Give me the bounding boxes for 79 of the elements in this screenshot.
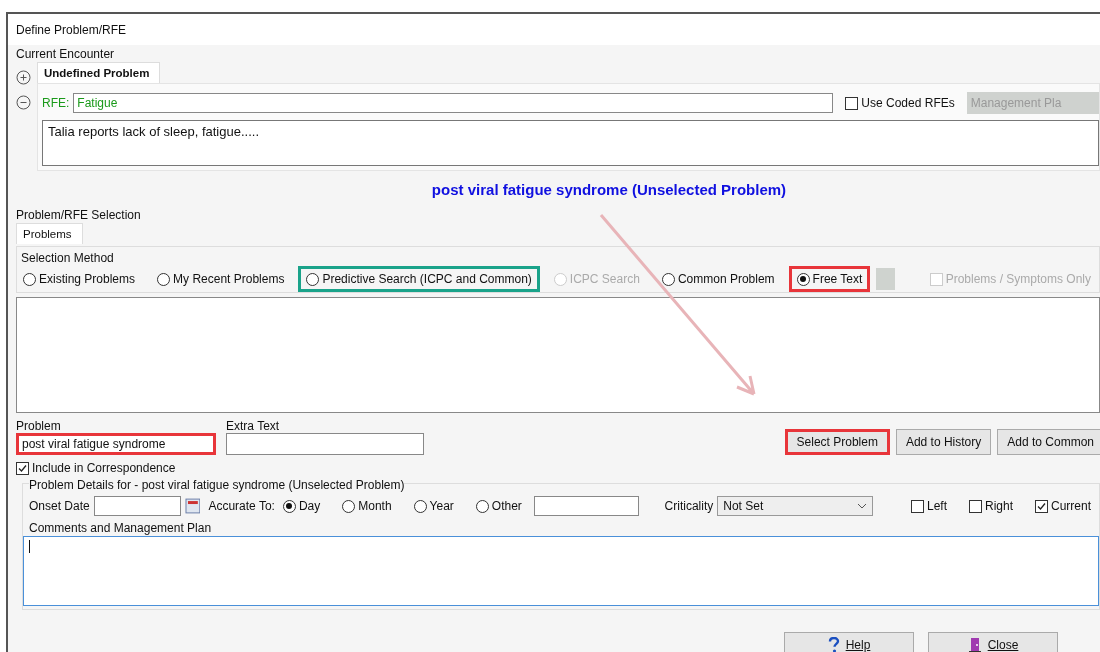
radio-button[interactable] xyxy=(475,499,489,513)
radio-button[interactable] xyxy=(306,272,320,286)
onset-date-field[interactable] xyxy=(93,496,181,516)
radio-option[interactable]: Other xyxy=(467,493,530,519)
radio-option[interactable]: Common Problem xyxy=(653,266,783,292)
radio-label: Day xyxy=(298,499,321,513)
checkbox[interactable] xyxy=(16,461,29,475)
field-label: Extra Text xyxy=(226,419,280,433)
radio-button[interactable] xyxy=(796,272,810,286)
radio-button[interactable] xyxy=(23,272,36,286)
add-icon[interactable] xyxy=(16,70,31,85)
door-icon xyxy=(967,637,982,652)
radio-label: ICPC Search xyxy=(569,272,640,286)
problem-heading: post viral fatigue syndrome (Unselected Problem) xyxy=(431,181,787,198)
checkbox-label: Left xyxy=(926,499,947,513)
radio-button[interactable] xyxy=(342,499,356,513)
radio-option[interactable]: Existing Problems xyxy=(15,266,144,292)
group-label: Selection Method xyxy=(21,251,114,265)
checkbox-option[interactable]: Left xyxy=(902,493,955,519)
checkbox[interactable] xyxy=(845,96,859,110)
checkbox-label: Use Coded RFEs xyxy=(861,96,955,110)
chevron-down-icon xyxy=(857,503,868,509)
checkbox[interactable] xyxy=(910,499,924,513)
checkbox[interactable] xyxy=(968,499,982,513)
radio-label: Other xyxy=(491,499,522,513)
rfe-label: RFE: xyxy=(42,96,70,110)
tab[interactable]: Undefined Problem xyxy=(37,62,161,83)
radio-label: My Recent Problems xyxy=(173,272,285,286)
field-label: Comments and Management Plan xyxy=(29,521,212,535)
close-button[interactable]: Close xyxy=(928,632,1058,652)
checkbox-label: Current xyxy=(1051,499,1091,513)
radio-option[interactable]: Year xyxy=(405,493,462,519)
action-button[interactable]: Select Problem xyxy=(784,429,890,455)
checkbox[interactable] xyxy=(1035,499,1048,513)
radio-option[interactable]: Day xyxy=(274,493,329,519)
problem-field[interactable]: post viral fatigue syndrome xyxy=(16,433,216,455)
radio-label: Existing Problems xyxy=(39,272,136,286)
comments-field[interactable] xyxy=(23,536,1099,606)
other-field[interactable] xyxy=(533,496,639,516)
radio-button[interactable] xyxy=(282,499,296,513)
field-label: Onset Date xyxy=(29,499,90,513)
rfe-field[interactable]: Fatigue xyxy=(73,93,834,113)
field-label: Criticality xyxy=(664,499,714,513)
radio-button[interactable] xyxy=(413,499,427,513)
action-button[interactable]: Add to Common xyxy=(997,429,1100,455)
extra-text-field[interactable] xyxy=(226,433,424,455)
radio-button[interactable] xyxy=(157,272,171,286)
radio-label: Free Text xyxy=(812,272,863,286)
field-label: Accurate To: xyxy=(208,499,275,513)
question-mark-icon xyxy=(827,637,840,652)
checkbox-option[interactable]: Use Coded RFEs xyxy=(837,90,963,116)
checkbox-option[interactable]: Current xyxy=(1027,493,1099,519)
group-label: Problem/RFE Selection xyxy=(16,208,141,222)
radio-label: Common Problem xyxy=(677,272,775,286)
checkbox-option[interactable]: Right xyxy=(960,493,1021,519)
radio-button[interactable] xyxy=(661,272,675,286)
radio-label: Predictive Search (ICPC and Common) xyxy=(322,272,532,286)
highlighted-radio-option[interactable]: Predictive Search (ICPC and Common) xyxy=(298,266,540,292)
tab[interactable]: Problems xyxy=(16,223,83,244)
checkbox-option[interactable]: Include in Correspondence xyxy=(8,455,184,481)
radio-label: Month xyxy=(358,499,392,513)
field-label: Problem xyxy=(16,419,61,433)
notes-field[interactable]: Talia reports lack of sleep, fatigue..... xyxy=(42,120,1099,166)
action-button[interactable]: Add to History xyxy=(895,429,992,455)
radio-option[interactable]: My Recent Problems xyxy=(149,266,293,292)
checkbox-label: Right xyxy=(984,499,1013,513)
window-title: Define Problem/RFE xyxy=(16,23,127,37)
radio-option[interactable]: Month xyxy=(334,493,400,519)
group-label: Problem Details for - post viral fatigue syndrome (Unselected Problem) xyxy=(29,478,405,492)
color-swatch[interactable] xyxy=(876,268,896,290)
remove-icon[interactable] xyxy=(16,95,31,110)
checkbox-label: Problems / Symptoms Only xyxy=(945,272,1091,286)
highlighted-radio-option[interactable]: Free Text xyxy=(788,266,871,292)
criticality-dropdown[interactable]: Not Set xyxy=(717,496,874,516)
radio-label: Year xyxy=(429,499,454,513)
calendar-icon[interactable] xyxy=(184,498,201,514)
group-label: Current Encounter xyxy=(16,47,115,61)
checkbox-label: Include in Correspondence xyxy=(32,461,176,475)
help-button[interactable]: Help xyxy=(784,632,914,652)
